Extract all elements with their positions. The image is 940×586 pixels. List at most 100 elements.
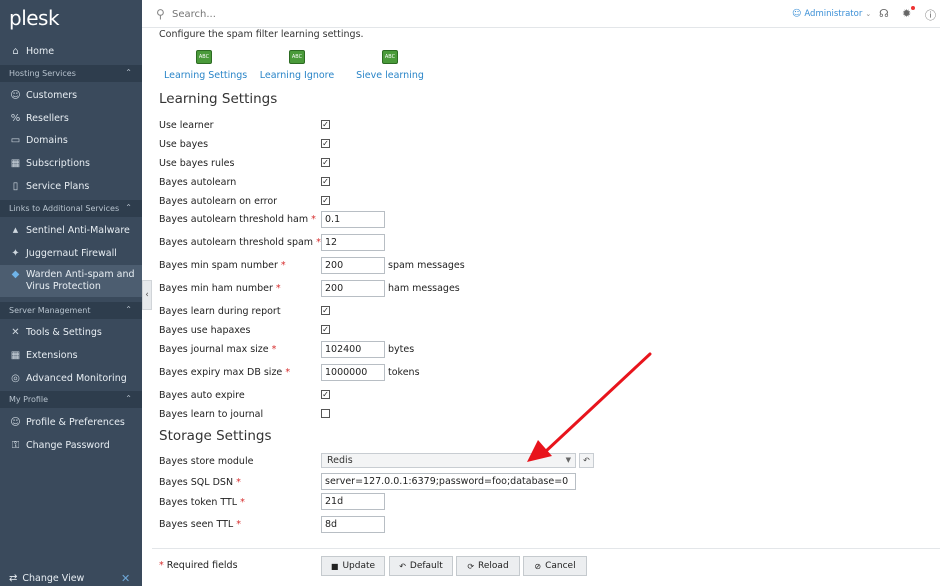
sidebar-item-label: Service Plans — [26, 180, 90, 192]
field-label: Use bayes — [159, 139, 208, 150]
sidebar-item-profile-preferences[interactable]: ☺ Profile & Preferences — [0, 412, 142, 432]
undo-icon: ↶ — [399, 561, 406, 571]
help-desk-icon[interactable]: ☊ — [879, 7, 889, 20]
required-asterisk: * — [308, 214, 316, 225]
section-server-management[interactable]: Server Management ⌃ — [0, 302, 142, 319]
key-icon: ⚿ — [11, 439, 20, 451]
plesk-logo[interactable]: plesk — [9, 6, 60, 30]
chevron-up-icon[interactable]: ⌃ — [125, 203, 132, 212]
required-asterisk: * — [268, 344, 277, 355]
monitoring-icon: ◎ — [11, 372, 20, 384]
field-checkbox[interactable]: ✓ — [321, 325, 330, 334]
tool-label[interactable]: Sieve learning — [350, 70, 430, 81]
seen-ttl-input[interactable] — [321, 516, 385, 533]
field-checkbox[interactable]: ✓ — [321, 390, 330, 399]
field-label-text: Use learner — [159, 120, 214, 131]
profile-icon: ☺ — [10, 416, 21, 428]
field-label: Bayes autolearn — [159, 177, 236, 188]
tool-sieve-learning[interactable]: ABC Sieve learning — [350, 50, 430, 81]
required-asterisk: * — [236, 477, 241, 488]
caret-down-icon: ▼ — [565, 456, 571, 464]
save-icon: ■ — [330, 561, 339, 571]
tool-learning-settings[interactable]: ABC Learning Settings — [164, 50, 247, 81]
cancel-label: Cancel — [545, 561, 576, 571]
token-ttl-input[interactable] — [321, 493, 385, 510]
field-label-text: Bayes autolearn threshold spam — [159, 237, 314, 248]
field-input[interactable] — [321, 234, 385, 251]
reset-button[interactable]: ↶ — [579, 453, 594, 468]
reload-button[interactable]: ⟳ Reload — [456, 556, 520, 576]
section-additional-services[interactable]: Links to Additional Services ⌃ — [0, 200, 142, 217]
field-unit: bytes — [388, 344, 415, 355]
tool-label[interactable]: Learning Settings — [164, 70, 247, 81]
tool-learning-ignore[interactable]: ABC Learning Ignore — [257, 50, 337, 81]
sidebar-item-warden[interactable]: ◆ Warden Anti-spam and Virus Protection — [0, 265, 142, 297]
required-note-text: Required fields — [166, 560, 238, 571]
sidebar-item-domains[interactable]: ▭ Domains — [0, 130, 142, 150]
field-label-text: Bayes autolearn on error — [159, 196, 278, 207]
top-header: ⚲ ☺ Administrator ⌄ ☊ ✹ ⓘ — [142, 0, 940, 28]
search-icon: ⚲ — [156, 7, 165, 21]
abc-icon: ABC — [382, 50, 398, 64]
field-checkbox[interactable]: ✓ — [321, 196, 330, 205]
cancel-button[interactable]: ⊘ Cancel — [523, 556, 587, 576]
field-input[interactable] — [321, 341, 385, 358]
sidebar-item-home[interactable]: ⌂ Home — [0, 41, 142, 61]
field-checkbox[interactable] — [321, 409, 330, 418]
chevron-up-icon[interactable]: ⌃ — [125, 394, 132, 403]
store-module-select[interactable]: Redis ▼ — [321, 453, 576, 468]
required-asterisk: * — [313, 237, 321, 248]
section-label: Server Management — [9, 306, 91, 315]
token-ttl-text: Bayes token TTL — [159, 497, 238, 508]
section-label: My Profile — [9, 395, 49, 404]
notifications-icon[interactable]: ✹ — [902, 7, 911, 20]
sidebar-item-customers[interactable]: ☺ Customers — [0, 85, 142, 105]
sidebar-collapse-button[interactable]: ‹ — [142, 280, 152, 310]
default-button[interactable]: ↶ Default — [389, 556, 453, 576]
sidebar-item-juggernaut[interactable]: ✦ Juggernaut Firewall — [0, 243, 142, 263]
user-menu[interactable]: ☺ Administrator ⌄ — [792, 9, 871, 19]
required-note: * Required fields — [159, 560, 238, 571]
sidebar-item-tools-settings[interactable]: ✕ Tools & Settings — [0, 322, 142, 342]
sidebar-item-advanced-monitoring[interactable]: ◎ Advanced Monitoring — [0, 368, 142, 388]
field-label-text: Bayes journal max size — [159, 344, 269, 355]
sidebar-item-label: Sentinel Anti-Malware — [26, 224, 130, 236]
storage-settings-heading: Storage Settings — [159, 428, 272, 444]
field-input[interactable] — [321, 280, 385, 297]
sidebar-item-resellers[interactable]: % Resellers — [0, 108, 142, 128]
update-button[interactable]: ■ Update — [321, 556, 385, 576]
swap-icon: ⇄ — [9, 573, 18, 584]
tool-label[interactable]: Learning Ignore — [257, 70, 337, 81]
field-checkbox[interactable]: ✓ — [321, 306, 330, 315]
close-icon[interactable]: ✕ — [121, 572, 130, 585]
sidebar-item-subscriptions[interactable]: ▦ Subscriptions — [0, 153, 142, 173]
search-input[interactable] — [172, 6, 472, 22]
section-my-profile[interactable]: My Profile ⌃ — [0, 391, 142, 408]
sql-dsn-input[interactable] — [321, 473, 576, 490]
chevron-up-icon[interactable]: ⌃ — [125, 68, 132, 77]
sidebar-item-label: Advanced Monitoring — [26, 372, 127, 384]
field-checkbox[interactable]: ✓ — [321, 177, 330, 186]
sidebar-item-change-password[interactable]: ⚿ Change Password — [0, 435, 142, 455]
sql-dsn-label: Bayes SQL DSN * — [159, 477, 241, 488]
seen-ttl-text: Bayes seen TTL — [159, 519, 234, 530]
field-checkbox[interactable]: ✓ — [321, 139, 330, 148]
field-checkbox[interactable]: ✓ — [321, 158, 330, 167]
footer-divider — [152, 548, 940, 549]
section-hosting-services[interactable]: Hosting Services ⌃ — [0, 65, 142, 82]
sentinel-icon: ▲ — [12, 226, 19, 234]
tools-icon: ✕ — [11, 326, 20, 338]
sidebar-item-service-plans[interactable]: ▯ Service Plans — [0, 176, 142, 196]
field-checkbox[interactable]: ✓ — [321, 120, 330, 129]
home-icon: ⌂ — [12, 45, 19, 57]
sidebar-item-extensions[interactable]: ▦ Extensions — [0, 345, 142, 365]
field-input[interactable] — [321, 364, 385, 381]
field-input[interactable] — [321, 257, 385, 274]
section-label: Hosting Services — [9, 69, 76, 78]
field-input[interactable] — [321, 211, 385, 228]
change-view-button[interactable]: ⇄ Change View ✕ — [9, 572, 130, 585]
help-icon[interactable]: ⓘ — [925, 7, 936, 23]
cancel-icon: ⊘ — [534, 561, 542, 571]
sidebar-item-sentinel[interactable]: ▲ Sentinel Anti-Malware — [0, 220, 142, 240]
chevron-up-icon[interactable]: ⌃ — [125, 305, 132, 314]
